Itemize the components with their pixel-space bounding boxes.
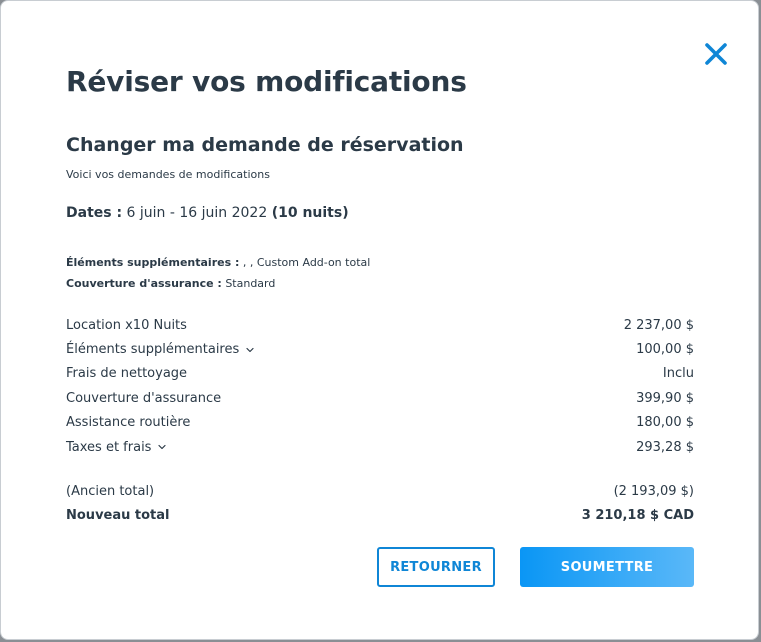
line-item-amount: 100,00 $ — [636, 342, 694, 358]
insurance-value: Standard — [225, 277, 276, 290]
old-total-label: (Ancien total) — [66, 483, 155, 499]
chevron-down-icon[interactable] — [245, 345, 255, 355]
line-item-toggle[interactable]: Taxes et frais — [66, 440, 167, 455]
back-button[interactable]: RETOURNER — [377, 547, 495, 587]
line-item-taxes[interactable]: Taxes et frais 293,28 $ — [66, 435, 694, 459]
dates-range: 6 juin - 16 juin 2022 — [126, 205, 268, 221]
line-item-amount: 180,00 $ — [636, 415, 694, 431]
modal-subtitle: Changer ma demande de réservation — [66, 134, 464, 156]
dates-label: Dates : — [66, 205, 123, 221]
dates-summary: Dates : 6 juin - 16 juin 2022 (10 nuits) — [66, 205, 349, 221]
line-item-amount: 293,28 $ — [636, 439, 694, 455]
modal-title: Réviser vos modifications — [66, 65, 467, 98]
old-total-amount: (2 193,09 $) — [613, 483, 694, 499]
line-item-extras[interactable]: Éléments supplémentaires 100,00 $ — [66, 337, 694, 361]
new-total-amount: 3 210,18 $ CAD — [581, 507, 694, 523]
new-total-label: Nouveau total — [66, 507, 170, 523]
line-item-rental: Location x10 Nuits 2 237,00 $ — [66, 313, 694, 337]
review-modal: Réviser vos modifications Changer ma dem… — [0, 0, 759, 640]
line-item-amount: 2 237,00 $ — [623, 317, 694, 333]
extras-summary: Éléments supplémentaires : , , Custom Ad… — [66, 256, 370, 269]
line-item-label: Couverture d'assurance — [66, 390, 222, 406]
price-breakdown: Location x10 Nuits 2 237,00 $ Éléments s… — [66, 313, 694, 459]
extras-value: , , Custom Add-on total — [242, 256, 371, 269]
line-item-label: Location x10 Nuits — [66, 317, 187, 333]
line-item-label: Assistance routière — [66, 415, 191, 431]
line-item-label: Taxes et frais — [66, 439, 152, 455]
totals: (Ancien total) (2 193,09 $) Nouveau tota… — [66, 479, 694, 527]
old-total-row: (Ancien total) (2 193,09 $) — [66, 479, 694, 503]
line-item-toggle[interactable]: Éléments supplémentaires — [66, 342, 255, 357]
line-item-roadside: Assistance routière 180,00 $ — [66, 411, 694, 435]
dates-nights: (10 nuits) — [271, 205, 349, 221]
line-item-label: Frais de nettoyage — [66, 366, 188, 382]
modal-description: Voici vos demandes de modifications — [66, 168, 270, 181]
insurance-summary: Couverture d'assurance : Standard — [66, 277, 275, 290]
line-item-cleaning: Frais de nettoyage Inclu — [66, 362, 694, 386]
close-icon[interactable] — [701, 39, 731, 69]
new-total-row: Nouveau total 3 210,18 $ CAD — [66, 503, 694, 527]
line-item-amount: Inclu — [662, 366, 694, 382]
chevron-down-icon[interactable] — [157, 442, 167, 452]
extras-label: Éléments supplémentaires : — [66, 256, 240, 269]
line-item-amount: 399,90 $ — [636, 390, 694, 406]
insurance-label: Couverture d'assurance : — [66, 277, 222, 290]
line-item-label: Éléments supplémentaires — [66, 342, 240, 358]
line-item-insurance: Couverture d'assurance 399,90 $ — [66, 386, 694, 410]
submit-button[interactable]: SOUMETTRE — [520, 547, 694, 587]
